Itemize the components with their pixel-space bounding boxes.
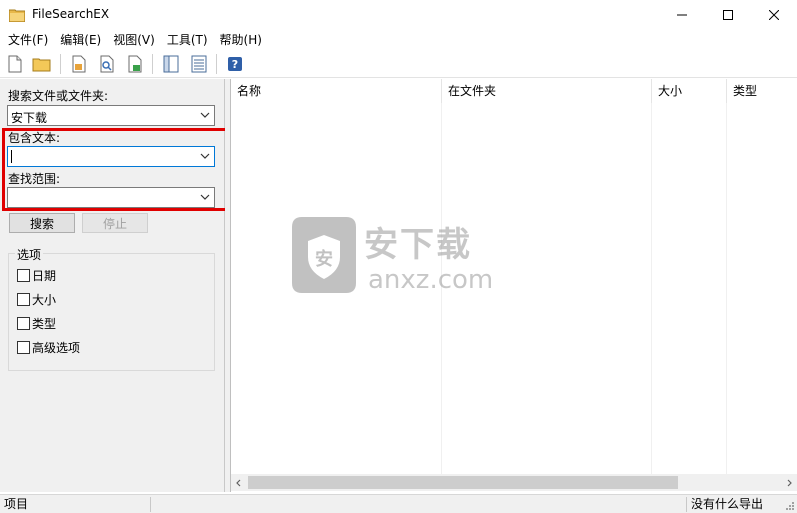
new-file-icon — [8, 55, 22, 73]
column-header-size[interactable]: 大小 — [652, 79, 727, 103]
columns-button[interactable] — [188, 54, 210, 74]
checkbox[interactable] — [17, 317, 30, 330]
export-button[interactable] — [124, 54, 146, 74]
options-group: 选项 日期 大小 类型 高级选项 — [8, 246, 215, 371]
checkbox[interactable] — [17, 293, 30, 306]
column-divider — [651, 103, 652, 474]
option-label: 大小 — [32, 293, 57, 307]
chevron-down-icon — [200, 153, 210, 159]
option-label: 高级选项 — [32, 341, 81, 355]
menu-bar: 文件(F) 编辑(E) 视图(V) 工具(T) 帮助(H) — [0, 30, 797, 50]
status-divider — [686, 497, 687, 512]
list-header: 名称 在文件夹 大小 类型 — [231, 79, 797, 103]
name-label: 搜索文件或文件夹: — [8, 89, 109, 103]
search-panel: 搜索文件或文件夹: 安下载 包含文本: 查找范围: 搜索 停止 选项 日期 大小… — [0, 79, 233, 492]
column-divider — [726, 103, 727, 474]
chevron-right-icon — [787, 479, 792, 486]
option-label: 日期 — [32, 269, 57, 283]
name-combobox[interactable]: 安下载 — [7, 105, 215, 126]
scope-label: 查找范围: — [8, 172, 61, 186]
options-title: 选项 — [15, 246, 44, 263]
menu-view[interactable]: 视图(V) — [107, 30, 161, 50]
option-date[interactable]: 日期 — [17, 267, 56, 284]
checkbox[interactable] — [17, 269, 30, 282]
app-folder-icon — [9, 9, 25, 22]
checkbox[interactable] — [17, 341, 30, 354]
option-size[interactable]: 大小 — [17, 291, 56, 308]
chevron-down-icon — [200, 194, 210, 200]
option-label: 类型 — [32, 317, 57, 331]
column-header-folder[interactable]: 在文件夹 — [442, 79, 652, 103]
horizontal-scrollbar[interactable] — [231, 474, 797, 491]
maximize-button[interactable] — [705, 0, 751, 30]
watermark-text-en: anxz.com — [368, 265, 494, 295]
watermark: 安 安下载 anxz.com — [288, 213, 518, 299]
toolbar: ? — [0, 50, 797, 78]
minimize-button[interactable] — [659, 0, 705, 30]
svg-text:?: ? — [232, 58, 238, 71]
minimize-icon — [677, 14, 687, 16]
text-caret — [11, 150, 12, 163]
window-title: FileSearchEX — [32, 7, 110, 21]
title-bar: FileSearchEX — [0, 0, 797, 30]
name-value: 安下载 — [11, 111, 48, 125]
save-search-icon — [72, 55, 86, 73]
option-type[interactable]: 类型 — [17, 315, 56, 332]
columns-icon — [191, 55, 207, 73]
help-button[interactable]: ? — [224, 54, 246, 74]
chevron-left-icon — [236, 479, 241, 486]
toolbar-separator — [60, 54, 61, 74]
find-in-file-button[interactable] — [96, 54, 118, 74]
option-advanced[interactable]: 高级选项 — [17, 339, 80, 356]
export-icon — [128, 55, 142, 73]
toolbar-separator — [216, 54, 217, 74]
scroll-right-button[interactable] — [783, 477, 795, 488]
open-folder-icon — [32, 58, 51, 72]
status-left: 项目 — [4, 497, 29, 511]
resize-grip-icon[interactable] — [785, 501, 795, 511]
panel-toggle-button[interactable] — [160, 54, 182, 74]
shield-logo-icon: 安 — [292, 217, 356, 293]
menu-tools[interactable]: 工具(T) — [161, 30, 214, 50]
search-button[interactable]: 搜索 — [9, 213, 75, 233]
find-in-file-icon — [100, 55, 114, 73]
scope-combobox[interactable] — [7, 187, 215, 208]
new-button[interactable] — [4, 54, 26, 74]
stop-button[interactable]: 停止 — [82, 213, 148, 233]
watermark-text-cn: 安下载 — [364, 225, 472, 265]
status-right: 没有什么导出 — [691, 497, 764, 511]
status-divider — [150, 497, 151, 512]
menu-file[interactable]: 文件(F) — [0, 30, 54, 50]
help-icon: ? — [228, 57, 242, 71]
menu-help[interactable]: 帮助(H) — [214, 30, 268, 50]
close-button[interactable] — [751, 0, 797, 30]
close-icon — [769, 10, 779, 20]
chevron-down-icon — [200, 112, 210, 118]
column-header-name[interactable]: 名称 — [231, 79, 442, 103]
maximize-icon — [723, 10, 733, 20]
scroll-thumb[interactable] — [248, 476, 678, 489]
status-bar: 项目 没有什么导出 — [0, 494, 797, 513]
menu-edit[interactable]: 编辑(E) — [54, 30, 107, 50]
scroll-left-button[interactable] — [233, 477, 245, 488]
panel-toggle-icon — [163, 55, 179, 73]
column-header-type[interactable]: 类型 — [727, 79, 797, 103]
save-search-button[interactable] — [68, 54, 90, 74]
text-combobox[interactable] — [7, 146, 215, 167]
open-button[interactable] — [31, 54, 53, 74]
svg-text:安: 安 — [315, 248, 333, 270]
text-label: 包含文本: — [8, 131, 61, 145]
toolbar-separator — [152, 54, 153, 74]
